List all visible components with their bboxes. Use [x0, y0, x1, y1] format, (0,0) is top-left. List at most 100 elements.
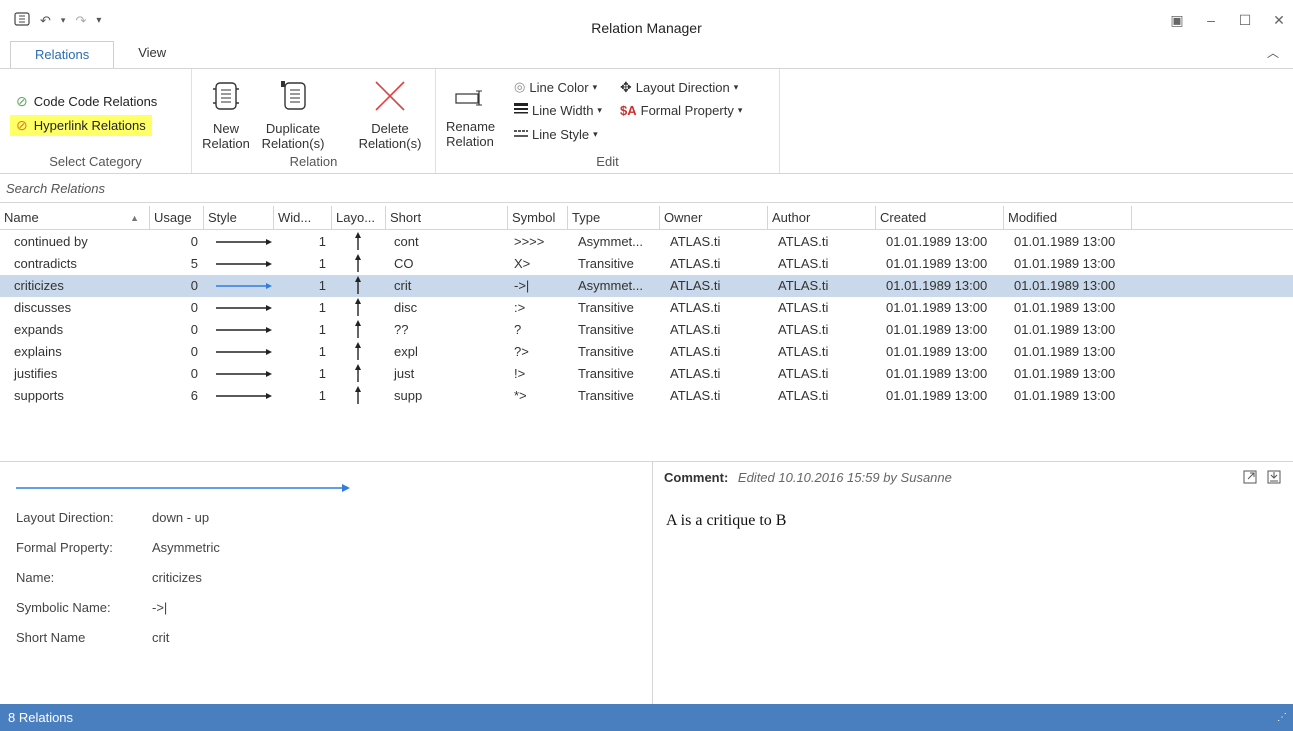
table-row[interactable]: discusses 0 1 disc:> Transitive ATLAS.ti ATLAS…	[0, 297, 1293, 319]
short-name-row: Short Name crit	[16, 630, 169, 645]
cell-name: contradicts	[14, 256, 77, 271]
layout-direction-value: down - up	[152, 510, 210, 525]
line-color-button[interactable]: ◎ Line Color ▾	[514, 79, 597, 95]
delete-relation-button[interactable]: Delete Relation(s)	[352, 79, 428, 151]
line-width-button[interactable]: Line Width ▾	[514, 103, 602, 118]
short-name-value: crit	[152, 630, 170, 645]
hyperlink-relations-item[interactable]: ⊘ Hyperlink Relations	[10, 115, 152, 136]
symbolic-name-value: ->|	[152, 600, 168, 615]
column-type[interactable]: Type	[568, 206, 660, 230]
new-relation-label: New Relation	[202, 121, 250, 151]
cell-short: supp	[394, 388, 423, 403]
column-owner[interactable]: Owner	[660, 206, 768, 230]
open-editor-icon[interactable]	[1243, 470, 1257, 487]
resize-grip-icon[interactable]: ⋰	[1277, 704, 1287, 731]
column-name-label: Name	[4, 210, 39, 225]
minimize-icon[interactable]: –	[1203, 12, 1219, 29]
up-arrow-icon	[332, 297, 386, 319]
cell-author: ATLAS.ti	[778, 278, 829, 293]
cell-width: 1	[318, 234, 326, 249]
search-input[interactable]	[0, 175, 400, 201]
new-relation-button[interactable]: New Relation	[202, 79, 250, 151]
cell-usage: 0	[190, 278, 198, 293]
relation-caption: Relation	[289, 154, 338, 169]
comment-header: Comment: Edited 10.10.2016 15:59 by Susa…	[664, 470, 952, 485]
column-modified[interactable]: Modified	[1004, 206, 1132, 230]
code-code-relations-item[interactable]: ⊘ Code Code Relations	[10, 91, 163, 112]
cell-symbol: X>	[514, 256, 531, 271]
cell-owner: ATLAS.ti	[670, 322, 721, 337]
cell-name: criticizes	[14, 278, 64, 293]
column-usage[interactable]: Usage	[150, 206, 204, 230]
table-row[interactable]: criticizes 0 1 crit ->| Asymmet... ATLAS.ti ATL…	[0, 275, 1293, 297]
column-short[interactable]: Short	[386, 206, 508, 230]
line-style-preview	[204, 253, 274, 275]
cell-width: 1	[318, 322, 326, 337]
cell-usage: 0	[190, 366, 198, 381]
window-controls: ▣ – ☐ ✕	[1169, 12, 1287, 29]
formal-property-button[interactable]: $A Formal Property ▾	[620, 103, 742, 118]
formal-property-label: Formal Property	[640, 103, 734, 118]
select-category-group: ⊘ Code Code Relations ⊘ Hyperlink Relati…	[0, 69, 192, 173]
line-style-button[interactable]: Line Style ▾	[514, 127, 598, 142]
column-author[interactable]: Author	[768, 206, 876, 230]
tab-view[interactable]: View	[114, 40, 190, 68]
column-layout[interactable]: Layo...	[332, 206, 386, 230]
cell-symbol: *>	[514, 388, 527, 403]
cell-owner: ATLAS.ti	[670, 256, 721, 271]
cell-author: ATLAS.ti	[778, 322, 829, 337]
table-row[interactable]: contradicts 5 1 CO X> Transitive ATLAS.ti ATLAS…	[0, 253, 1293, 275]
comment-meta: Edited 10.10.2016 15:59 by Susanne	[737, 470, 952, 485]
cell-created: 01.01.1989 13:00	[886, 234, 988, 249]
cell-symbol: ->|	[514, 278, 530, 293]
move-arrows-icon: ✥	[620, 79, 632, 95]
column-style[interactable]: Style	[204, 206, 274, 230]
comment-text[interactable]: A is a critique to B	[666, 512, 786, 530]
maximize-icon[interactable]: ☐	[1237, 12, 1253, 29]
table-row[interactable]: continued by 0 1 cont >>>> Asymmet... ATLAS.ti…	[0, 231, 1293, 253]
duplicate-relation-button[interactable]: Duplicate Relation(s)	[258, 79, 328, 151]
close-icon[interactable]: ✕	[1271, 12, 1287, 29]
up-arrow-icon	[332, 319, 386, 341]
hyperlink-relations-label: Hyperlink Relations	[33, 118, 146, 133]
collapse-ribbon-icon[interactable]: ︿	[1267, 44, 1279, 61]
rename-relation-button[interactable]: Rename Relation	[446, 85, 496, 149]
column-symbol[interactable]: Symbol	[508, 206, 568, 230]
cell-short: ??	[394, 322, 409, 337]
cell-type: Transitive	[578, 322, 634, 337]
restore-ribbon-icon[interactable]: ▣	[1169, 12, 1185, 29]
comment-panel: Comment: Edited 10.10.2016 15:59 by Susa…	[654, 462, 1293, 704]
up-arrow-icon	[332, 363, 386, 385]
line-width-icon	[514, 103, 528, 118]
name-row: Name: criticizes	[16, 570, 202, 585]
up-arrow-icon	[332, 253, 386, 275]
column-width[interactable]: Wid...	[274, 206, 332, 230]
column-created[interactable]: Created	[876, 206, 1004, 230]
cell-author: ATLAS.ti	[778, 234, 829, 249]
table-row[interactable]: expands 0 1??? Transitive ATLAS.ti ATLAS.ti 01…	[0, 319, 1293, 341]
select-category-caption: Select Category	[49, 154, 142, 169]
palette-icon: ◎	[514, 79, 526, 94]
cell-width: 1	[318, 388, 326, 403]
table-row[interactable]: explains 0 1 expl ?> Transitive ATLAS.ti ATLAS.…	[0, 341, 1293, 363]
cell-width: 1	[318, 344, 326, 359]
chevron-down-icon: ▾	[593, 129, 598, 139]
cell-name: supports	[14, 388, 64, 403]
cell-name: continued by	[14, 234, 88, 249]
save-comment-icon[interactable]	[1267, 470, 1281, 487]
column-name[interactable]: Name ▲	[0, 206, 150, 230]
ribbon-tabs: Relations View	[10, 40, 190, 69]
table-row[interactable]: supports 6 1 supp *> Transitive ATLAS.ti ATLAS.…	[0, 385, 1293, 407]
tab-relations[interactable]: Relations	[10, 41, 115, 69]
relations-table: Name ▲ Usage Style Wid... Layo... Short …	[0, 206, 1293, 461]
hyperlink-icon: ⊘	[16, 117, 28, 133]
formal-property-value: Asymmetric	[152, 540, 220, 555]
table-row[interactable]: justifies 0 1 just !> Transitive ATLAS.ti ATLAS…	[0, 363, 1293, 385]
rename-icon	[453, 85, 487, 111]
cell-short: expl	[394, 344, 418, 359]
layout-direction-button[interactable]: ✥ Layout Direction ▾	[620, 79, 738, 96]
cell-owner: ATLAS.ti	[670, 344, 721, 359]
up-arrow-icon	[332, 231, 386, 253]
name-prop-label: Name:	[16, 570, 55, 585]
rename-relation-label: Rename Relation	[446, 119, 496, 149]
